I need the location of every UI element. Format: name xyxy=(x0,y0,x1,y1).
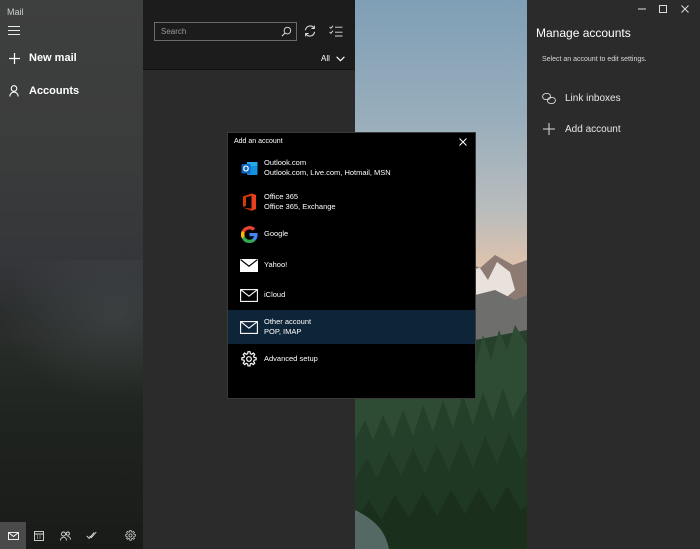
calendar-switch-button[interactable] xyxy=(26,522,52,549)
new-mail-label: New mail xyxy=(29,52,77,64)
svg-text:O: O xyxy=(242,164,248,173)
manage-accounts-subtitle: Select an account to edit settings. xyxy=(542,56,647,63)
minimize-icon[interactable] xyxy=(636,3,648,15)
link-inboxes-button[interactable]: Link inboxes xyxy=(542,92,621,104)
person-icon xyxy=(8,85,20,97)
add-account-button[interactable]: Add account xyxy=(542,123,621,135)
app-title: Mail xyxy=(7,7,24,17)
bottom-app-bar xyxy=(0,522,143,549)
selection-mode-icon[interactable] xyxy=(329,25,343,37)
add-account-label: Add account xyxy=(565,123,621,135)
envelope-icon xyxy=(240,256,258,274)
close-window-icon[interactable] xyxy=(679,3,691,15)
account-option-outlook[interactable]: O Outlook.com Outlook.com, Live.com, Hot… xyxy=(228,155,475,181)
filter-label: All xyxy=(321,54,330,63)
close-icon[interactable] xyxy=(458,137,468,147)
account-option-office365[interactable]: Office 365 Office 365, Exchange xyxy=(228,189,475,215)
accounts-label: Accounts xyxy=(29,85,80,97)
settings-button[interactable] xyxy=(117,522,143,549)
account-option-detail: POP, IMAP xyxy=(264,327,302,336)
envelope-icon xyxy=(240,318,258,336)
window-title-bar xyxy=(527,0,700,18)
office-icon xyxy=(240,193,258,211)
dialog-title: Add an account xyxy=(234,138,283,145)
manage-accounts-title: Manage accounts xyxy=(536,26,631,40)
account-option-detail: Office 365, Exchange xyxy=(264,202,336,211)
todo-switch-button[interactable] xyxy=(78,522,104,549)
account-option-name: Advanced setup xyxy=(264,354,318,363)
people-icon xyxy=(59,531,71,541)
account-option-name: Office 365 xyxy=(264,192,299,201)
add-account-dialog: Add an account O Outlook.com Outlook.com… xyxy=(227,132,476,399)
envelope-icon xyxy=(240,286,258,304)
account-option-name: Google xyxy=(264,229,289,238)
mail-switch-button[interactable] xyxy=(0,522,26,549)
search-input[interactable]: Search xyxy=(154,22,297,41)
background-mist xyxy=(0,260,143,400)
account-option-google[interactable]: Google xyxy=(228,223,475,245)
gear-icon xyxy=(124,530,136,541)
link-icon xyxy=(542,92,556,104)
plus-icon xyxy=(8,52,20,64)
hamburger-menu-button[interactable] xyxy=(8,26,20,36)
account-option-name: Outlook.com xyxy=(264,158,307,167)
chevron-down-icon xyxy=(336,55,345,61)
accounts-button[interactable]: Accounts xyxy=(8,85,79,97)
plus-icon xyxy=(542,123,556,135)
search-placeholder: Search xyxy=(161,27,187,36)
account-option-other[interactable]: Other account POP, IMAP xyxy=(228,310,475,344)
navigation-pane: Mail New mail Accounts xyxy=(0,0,143,549)
link-inboxes-label: Link inboxes xyxy=(565,92,621,104)
mail-icon xyxy=(7,531,19,540)
account-option-detail: Outlook.com, Live.com, Hotmail, MSN xyxy=(264,168,391,177)
manage-accounts-pane: Manage accounts Select an account to edi… xyxy=(527,18,700,549)
account-option-yahoo[interactable]: Yahoo! xyxy=(228,254,475,276)
message-list-header: Search All xyxy=(143,0,355,70)
account-option-icloud[interactable]: iCloud xyxy=(228,284,475,306)
account-option-name: Yahoo! xyxy=(264,260,288,269)
filter-dropdown[interactable]: All xyxy=(321,54,345,63)
maximize-icon[interactable] xyxy=(657,3,669,15)
checkmark-icon xyxy=(85,531,97,540)
sync-icon[interactable] xyxy=(303,24,317,38)
account-option-advanced-setup[interactable]: Advanced setup xyxy=(228,348,475,370)
outlook-icon: O xyxy=(240,159,258,177)
calendar-icon xyxy=(34,530,44,541)
google-icon xyxy=(240,225,258,243)
people-switch-button[interactable] xyxy=(52,522,78,549)
account-option-name: Other account xyxy=(264,317,312,326)
new-mail-button[interactable]: New mail xyxy=(8,52,77,64)
search-icon[interactable] xyxy=(281,26,292,37)
gear-icon xyxy=(240,350,258,368)
account-option-name: iCloud xyxy=(264,290,286,299)
